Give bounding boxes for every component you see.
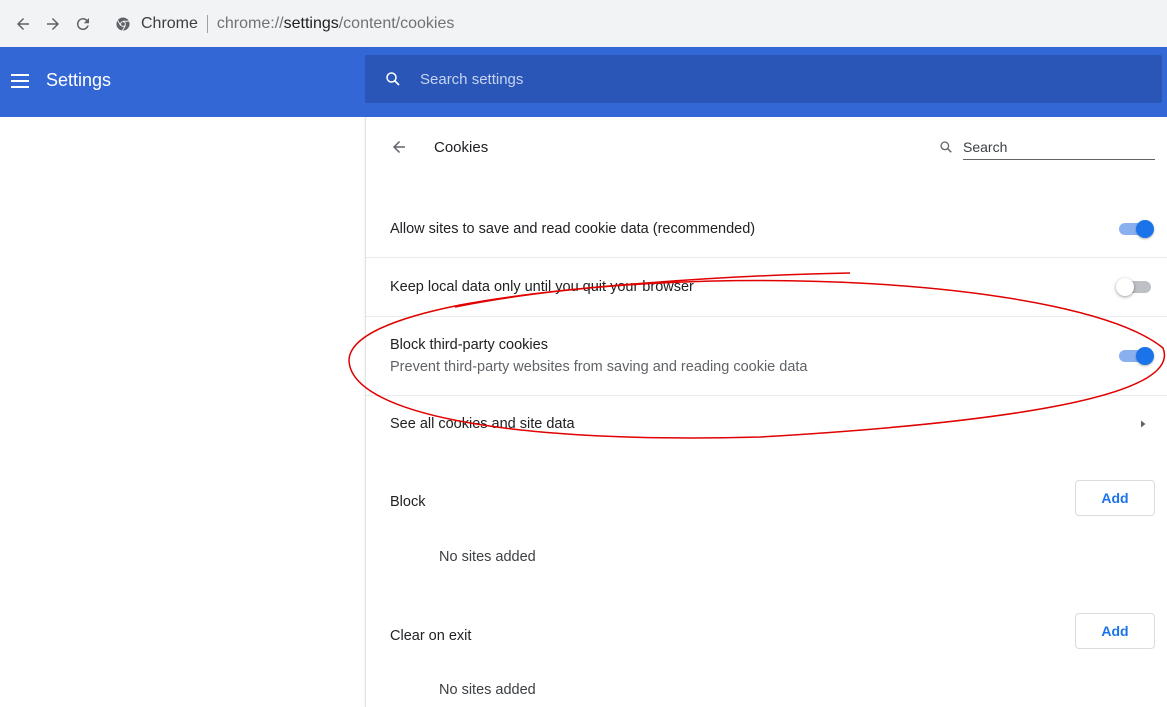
search-icon xyxy=(386,72,400,86)
block-empty-text: No sites added xyxy=(439,549,536,565)
chevron-right-icon xyxy=(1141,420,1146,428)
block-third-party-description: Prevent third-party websites from saving… xyxy=(390,359,808,375)
arrow-left-icon[interactable] xyxy=(390,138,408,156)
see-all-cookies-row[interactable]: See all cookies and site data xyxy=(366,395,1167,452)
cookies-title: Cookies xyxy=(434,139,489,156)
allow-cookies-toggle[interactable] xyxy=(1116,219,1154,239)
browser-toolbar: Chrome chrome://settings/content/cookies xyxy=(0,0,1167,47)
settings-header: Settings xyxy=(0,47,1167,117)
keep-local-data-label: Keep local data only until you quit your… xyxy=(390,279,694,295)
keep-local-data-row[interactable]: Keep local data only until you quit your… xyxy=(366,257,1167,316)
block-third-party-row[interactable]: Block third-party cookies Prevent third-… xyxy=(366,316,1167,395)
allow-cookies-row[interactable]: Allow sites to save and read cookie data… xyxy=(366,201,1167,257)
block-third-party-label: Block third-party cookies xyxy=(390,337,548,353)
clear-on-exit-add-button[interactable]: Add xyxy=(1075,613,1155,649)
block-third-party-toggle[interactable] xyxy=(1116,346,1154,366)
omnibox-app-label: Chrome xyxy=(141,14,198,32)
block-add-button[interactable]: Add xyxy=(1075,480,1155,516)
page-title: Settings xyxy=(46,70,112,90)
browser-window: Chrome chrome://settings/content/cookies… xyxy=(0,0,1167,707)
forward-icon[interactable] xyxy=(38,9,68,39)
omnibox-url: chrome://settings/content/cookies xyxy=(216,14,455,32)
cookies-subpage-header: Cookies Search xyxy=(366,117,1167,177)
menu-icon[interactable] xyxy=(10,71,30,91)
reload-icon[interactable] xyxy=(68,9,98,39)
search-settings-input[interactable] xyxy=(420,70,1120,88)
clear-on-exit-empty-text: No sites added xyxy=(439,682,536,698)
cookies-card: Cookies Search Allow sites to save and r… xyxy=(365,117,1167,707)
back-icon[interactable] xyxy=(8,9,38,39)
search-settings-bar[interactable] xyxy=(365,55,1162,103)
cookies-search-input[interactable]: Search xyxy=(963,138,1155,160)
search-icon xyxy=(940,141,952,153)
side-gutter xyxy=(0,117,365,707)
chrome-logo-icon xyxy=(116,16,130,31)
keep-local-data-toggle[interactable] xyxy=(1116,277,1154,297)
allow-cookies-label: Allow sites to save and read cookie data… xyxy=(390,221,756,237)
clear-on-exit-section-label: Clear on exit xyxy=(390,628,472,644)
omnibox-separator xyxy=(206,14,208,33)
block-section-label: Block xyxy=(390,494,426,510)
omnibox[interactable]: Chrome chrome://settings/content/cookies xyxy=(116,9,454,39)
see-all-cookies-label: See all cookies and site data xyxy=(390,416,575,432)
cookies-search[interactable]: Search xyxy=(939,138,1155,162)
